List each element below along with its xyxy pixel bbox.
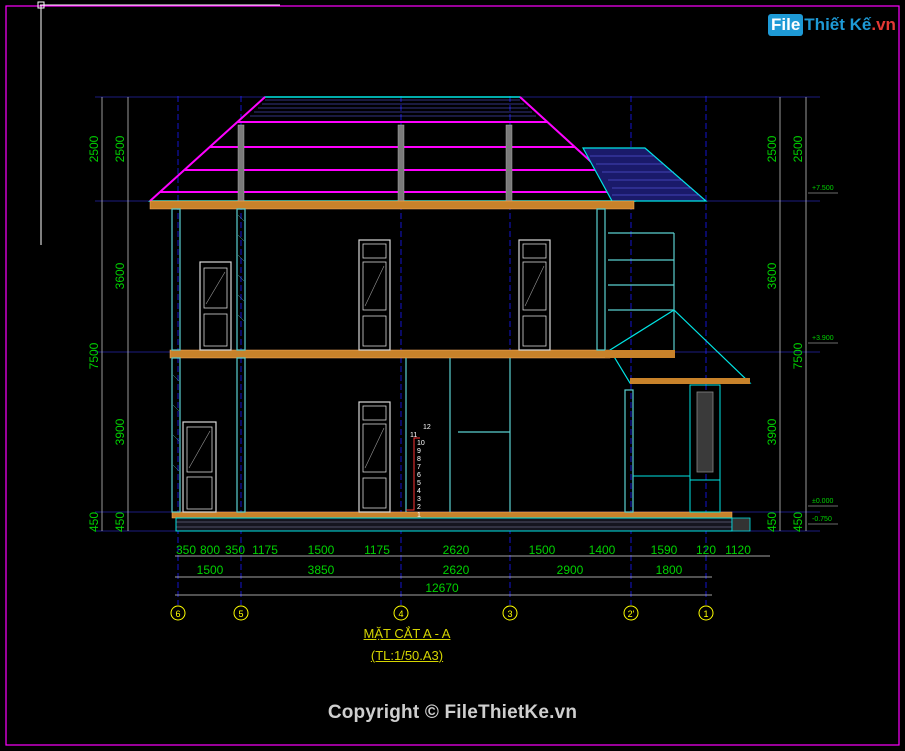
copyright-watermark: Copyright © FileThietKe.vn (327, 702, 578, 723)
dim-row1-label: 1120 (725, 543, 751, 557)
dim-row2-label: 1800 (656, 563, 683, 577)
section-title: MẶT CẮT A - A (363, 626, 451, 641)
stair-step-label: 6 (417, 472, 421, 479)
level-marker-label: +7.500 (812, 185, 834, 192)
dim-row1-label: 350 (225, 543, 245, 557)
dim-row1-label: 800 (200, 543, 220, 557)
stair-step-label: 8 (417, 456, 421, 463)
dim-row1-label: 120 (696, 543, 716, 557)
vdim-left-label: 3900 (113, 418, 127, 445)
doors (182, 239, 551, 513)
side-roof (581, 147, 708, 202)
wall-hatch (172, 214, 245, 472)
dim-row2-label: 1500 (197, 563, 224, 577)
axis-label: 5 (238, 609, 243, 619)
stair-step-label: 2 (417, 504, 421, 511)
level-markers: +7.500 +3.900 ±0.000 -0.750 (808, 185, 838, 525)
dim-row1-label: 1175 (252, 543, 278, 557)
vdim-left-label: 2500 (87, 135, 101, 162)
vdim-right-label: 7500 (791, 342, 805, 369)
logo-prefix: File (768, 14, 804, 36)
axis-label: 3 (507, 609, 512, 619)
axis-label: 6 (175, 609, 180, 619)
stair-step-label: 9 (417, 448, 421, 455)
dim-row2-label: 3850 (308, 563, 335, 577)
stair-step-labels: 12 1110987654321 (410, 424, 431, 519)
foundation (175, 517, 751, 532)
vdim-right-label: 2500 (765, 135, 779, 162)
dim-row1-label: 2620 (443, 543, 470, 557)
stair-step-label: 1 (417, 512, 421, 519)
logo-suffix: .vn (871, 15, 896, 34)
logo-main: Thiết Kế (804, 15, 872, 34)
dim-row1-label: 1500 (529, 543, 556, 557)
dim-row1-label: 350 (176, 543, 196, 557)
stair-step-label: 3 (417, 496, 421, 503)
site-logo: File Thiết Kế .vn (768, 14, 896, 36)
dim-row1-label: 1400 (589, 543, 616, 557)
vdim-right-label: 450 (791, 512, 805, 532)
horizontal-dimension-labels: 350 800 350 1175 1500 1175 2620 1500 1400 1590 120… (176, 543, 751, 595)
dim-row1-label: 1590 (651, 543, 678, 557)
dim-row1-label: 1175 (364, 543, 390, 557)
door-ground-left (182, 421, 217, 513)
level-marker-label: -0.750 (812, 516, 832, 523)
vdim-left-label: 450 (87, 512, 101, 532)
canopy (605, 309, 752, 384)
door-upper-mid (358, 239, 391, 351)
grid-axis-bubbles: 6 5 4 3 2' 1 (170, 605, 714, 621)
main-roof (148, 96, 636, 202)
decor-column (633, 384, 721, 513)
vdim-left-label: 2500 (113, 135, 127, 162)
door-upper-right (518, 239, 551, 351)
dim-row2-label: 2620 (443, 563, 470, 577)
axis-label: 2' (628, 609, 635, 619)
level-marker-label: ±0.000 (812, 498, 833, 505)
vdim-left-label: 3600 (113, 262, 127, 289)
walls (171, 208, 675, 513)
dim-total-label: 12670 (425, 581, 459, 595)
level-marker-label: +3.900 (812, 335, 834, 342)
section-scale: (TL:1/50.A3) (370, 648, 444, 663)
dim-row2-label: 2900 (557, 563, 584, 577)
vdim-right-label: 2500 (791, 135, 805, 162)
vdim-right-label: 3900 (765, 418, 779, 445)
vdim-left-label: 450 (113, 512, 127, 532)
vdim-right-label: 3600 (765, 262, 779, 289)
stair-step-label: 12 (423, 424, 431, 431)
dim-row1-label: 1500 (308, 543, 335, 557)
stair-step-label: 5 (417, 480, 421, 487)
axis-label: 1 (703, 609, 708, 619)
stair-step-label: 10 (417, 440, 425, 447)
vdim-right-label: 450 (765, 512, 779, 532)
stair-step-label: 4 (417, 488, 421, 495)
stair-step-label: 7 (417, 464, 421, 471)
stair-step-label: 11 (410, 432, 417, 439)
vdim-left-label: 7500 (87, 342, 101, 369)
door-ground-mid (358, 401, 391, 513)
door-upper-left (199, 261, 232, 351)
axis-label: 4 (398, 609, 403, 619)
